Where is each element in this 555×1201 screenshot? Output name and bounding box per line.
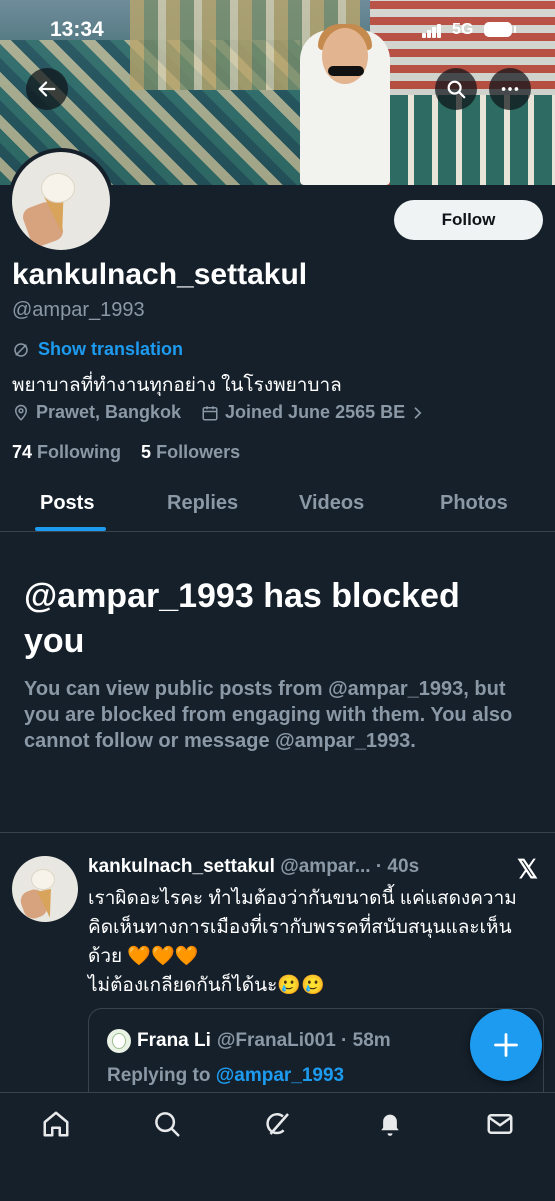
notifications-icon [381, 1114, 399, 1136]
divider [0, 832, 555, 833]
battery-icon [484, 22, 516, 37]
quoted-author-name: Frana Li [137, 1030, 211, 1051]
nav-grok[interactable] [263, 1109, 293, 1139]
profile-handle: @ampar_1993 [12, 299, 145, 321]
bottom-nav [0, 1092, 555, 1201]
compose-button[interactable] [470, 1009, 542, 1081]
tab-videos[interactable]: Videos [299, 492, 364, 515]
profile-avatar[interactable] [8, 148, 114, 254]
status-bar: 13:34 5G [0, 0, 555, 60]
search-icon [155, 1112, 180, 1137]
location-text: Prawet, Bangkok [36, 402, 182, 422]
location-item: Prawet, Bangkok [12, 402, 181, 423]
followers-link[interactable]: 5 Followers [141, 442, 240, 462]
nav-messages[interactable] [485, 1109, 515, 1139]
show-translation-label: Show translation [38, 339, 184, 359]
plus-icon [494, 1033, 518, 1057]
more-button[interactable] [489, 68, 531, 110]
nav-search[interactable] [152, 1109, 182, 1139]
network-label: 5G [452, 21, 474, 38]
status-time: 13:34 [50, 18, 104, 41]
quoted-avatar [107, 1029, 131, 1053]
tab-photos[interactable]: Photos [440, 492, 508, 515]
follow-button[interactable]: Follow [394, 200, 543, 240]
show-translation-link[interactable]: Show translation [12, 339, 183, 360]
profile-tabs: Posts Replies Videos Photos [0, 478, 555, 532]
display-name: kankulnach_settakul [12, 258, 308, 291]
signal-icon [422, 22, 442, 38]
quoted-author: Frana Li @FranaLi001 · 58m [107, 1029, 391, 1053]
following-link[interactable]: 74 Following [12, 442, 121, 462]
joined-item[interactable]: Joined June 2565 BE [201, 402, 425, 423]
post-text: เราผิดอะไรคะ ทำไมต้องว่ากันขนาดนี้ แค่แส… [88, 888, 517, 996]
post-handle-time: @ampar... · 40s [280, 856, 420, 877]
post-author-name: kankulnach_settakul [88, 856, 275, 877]
followers-label: Followers [156, 442, 241, 462]
back-button[interactable] [26, 68, 68, 110]
translate-icon [14, 342, 28, 357]
followers-count: 5 [141, 442, 152, 462]
blocked-title: @ampar_1993 has blocked you [24, 577, 460, 660]
more-horizontal-icon [501, 87, 519, 91]
nav-home[interactable] [41, 1109, 71, 1139]
post-avatar[interactable] [12, 856, 78, 922]
tab-posts[interactable]: Posts [40, 492, 94, 515]
messages-icon [487, 1114, 513, 1134]
replying-to-label: Replying to [107, 1065, 211, 1086]
follow-counts: 74 Following 5 Followers [12, 442, 240, 463]
quoted-handle-time: @FranaLi001 · 58m [216, 1030, 391, 1051]
x-logo-icon: 𝕏 [517, 854, 538, 884]
location-pin-icon [14, 404, 28, 421]
post-author[interactable]: kankulnach_settakul @ampar... · 40s [88, 856, 419, 878]
chevron-right-icon [414, 406, 422, 419]
profile-bio: พยาบาลที่ทำงานทุกอย่าง ในโรงพยาบาล [12, 375, 342, 396]
tab-replies[interactable]: Replies [167, 492, 238, 515]
active-tab-indicator [35, 527, 106, 531]
search-icon [447, 80, 466, 99]
blocked-description: You can view public posts from @ampar_19… [24, 678, 513, 752]
replying-to: Replying to @ampar_1993 [107, 1065, 344, 1087]
home-icon [43, 1111, 69, 1137]
profile-meta: Prawet, Bangkok Joined June 2565 BE [12, 402, 445, 423]
joined-text: Joined June 2565 BE [225, 402, 406, 422]
nav-notifications[interactable] [375, 1109, 405, 1139]
grok-icon [266, 1113, 289, 1135]
following-label: Following [37, 442, 122, 462]
search-button[interactable] [435, 68, 477, 110]
calendar-icon [202, 405, 218, 420]
following-count: 74 [12, 442, 33, 462]
arrow-left-icon [38, 81, 56, 97]
replying-to-handle[interactable]: @ampar_1993 [216, 1065, 344, 1086]
